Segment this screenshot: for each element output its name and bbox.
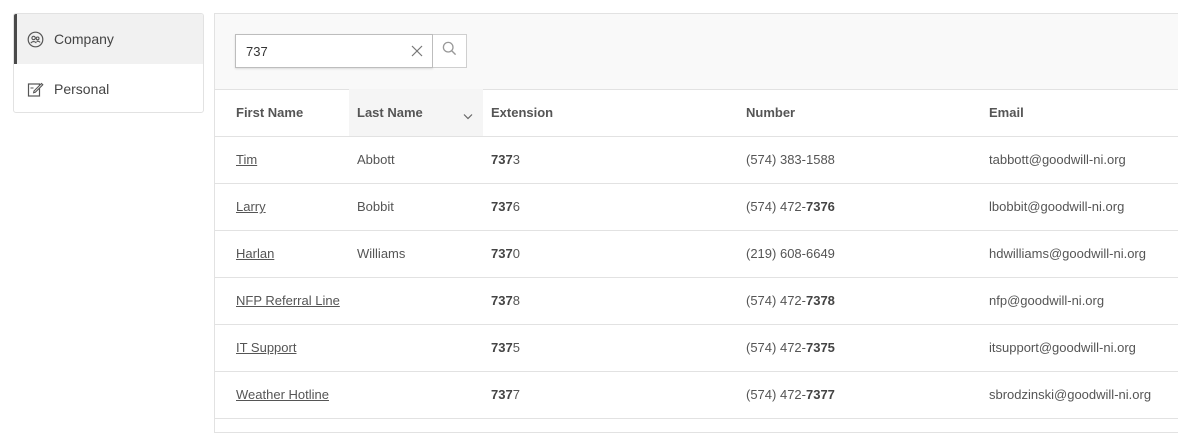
number-cell: (574) 472-7376	[725, 183, 968, 231]
column-header-label: Last Name	[357, 104, 423, 120]
number-text: (574) 472-	[746, 340, 806, 355]
extension-rest: 5	[512, 340, 520, 355]
extension-rest: 0	[512, 246, 520, 261]
search-match: 737	[491, 293, 513, 308]
search-icon	[442, 41, 457, 61]
number-cell: (574) 383-1588	[725, 136, 968, 184]
last-name-cell: Bobbit	[349, 183, 483, 231]
directory-panel: First Name Last Name Extension Number Em…	[214, 13, 1178, 433]
search-bar	[215, 14, 1178, 90]
sidebar-item-personal[interactable]: Personal	[14, 64, 203, 112]
extension-rest: 6	[512, 199, 520, 214]
extension-rest: 7	[512, 387, 520, 402]
extension-cell: 7375	[483, 324, 725, 372]
sidebar: Company Personal	[13, 13, 204, 113]
last-name-cell: Abbott	[349, 136, 483, 184]
contact-link[interactable]: Harlan	[236, 246, 274, 261]
number-cell: (574) 472-7375	[725, 324, 968, 372]
search-match: 7378	[805, 293, 835, 308]
last-name-cell	[349, 371, 483, 419]
extension-cell: 7377	[483, 371, 725, 419]
first-name-cell: Harlan	[215, 230, 349, 278]
number-cell: (574) 472-7378	[725, 277, 968, 325]
sidebar-item-label: Personal	[54, 81, 110, 97]
search-input[interactable]	[236, 35, 406, 67]
column-header-email[interactable]: Email	[968, 89, 1178, 137]
search-match: 737	[491, 152, 513, 167]
number-cell: (574) 472-7377	[725, 371, 968, 419]
search-match: 737	[491, 246, 513, 261]
first-name-cell: Weather Hotline	[215, 371, 349, 419]
company-users-icon	[27, 31, 44, 48]
extension-cell: 7376	[483, 183, 725, 231]
search-match: 737	[491, 340, 513, 355]
table-row: IT Support 7375 (574) 472-7375 itsupport…	[215, 324, 1178, 372]
last-name-cell	[349, 324, 483, 372]
email-cell: tabbott@goodwill-ni.org	[968, 136, 1178, 184]
last-name-cell	[349, 277, 483, 325]
search-button[interactable]	[433, 34, 467, 68]
email-cell: itsupport@goodwill-ni.org	[968, 324, 1178, 372]
first-name-cell: IT Support	[215, 324, 349, 372]
email-cell: lbobbit@goodwill-ni.org	[968, 183, 1178, 231]
email-cell: nfp@goodwill-ni.org	[968, 277, 1178, 325]
email-cell: hdwilliams@goodwill-ni.org	[968, 230, 1178, 278]
edit-contact-icon	[27, 81, 44, 98]
table-row: Larry Bobbit 7376 (574) 472-7376 lbobbit…	[215, 183, 1178, 231]
table-row: Harlan Williams 7370 (219) 608-6649 hdwi…	[215, 230, 1178, 278]
number-text: (574) 472-	[746, 199, 806, 214]
extension-cell: 7370	[483, 230, 725, 278]
contact-link[interactable]: Tim	[236, 152, 257, 167]
contact-link[interactable]: NFP Referral Line	[236, 293, 340, 308]
sidebar-item-company[interactable]: Company	[14, 14, 203, 64]
first-name-cell: NFP Referral Line	[215, 277, 349, 325]
first-name-cell: Larry	[215, 183, 349, 231]
number-text: (219) 608-6649	[746, 246, 835, 261]
table-header-row: First Name Last Name Extension Number Em…	[215, 89, 1178, 137]
contact-link[interactable]: Larry	[236, 199, 266, 214]
column-header-last-name[interactable]: Last Name	[349, 89, 483, 137]
column-header-first-name[interactable]: First Name	[215, 89, 349, 137]
last-name-cell: Williams	[349, 230, 483, 278]
table-row: NFP Referral Line 7378 (574) 472-7378 nf…	[215, 277, 1178, 325]
contact-link[interactable]: Weather Hotline	[236, 387, 329, 402]
search-match: 7375	[805, 340, 835, 355]
number-cell: (219) 608-6649	[725, 230, 968, 278]
search-match: 737	[491, 199, 513, 214]
extension-rest: 3	[512, 152, 520, 167]
extension-cell: 7378	[483, 277, 725, 325]
email-cell: sbrodzinski@goodwill-ni.org	[968, 371, 1178, 419]
column-header-number[interactable]: Number	[725, 89, 968, 137]
extension-cell: 7373	[483, 136, 725, 184]
chevron-down-icon	[463, 108, 473, 123]
contact-link[interactable]: IT Support	[236, 340, 296, 355]
number-text: (574) 472-	[746, 293, 806, 308]
search-match: 7377	[805, 387, 835, 402]
number-text: (574) 472-	[746, 387, 806, 402]
search-box	[235, 34, 433, 68]
first-name-cell: Tim	[215, 136, 349, 184]
search-match: 7376	[805, 199, 835, 214]
table-row: Tim Abbott 7373 (574) 383-1588 tabbott@g…	[215, 136, 1178, 184]
sidebar-item-label: Company	[54, 31, 114, 47]
number-text: (574) 383-1588	[746, 152, 835, 167]
clear-icon[interactable]	[410, 44, 424, 58]
column-header-extension[interactable]: Extension	[483, 89, 725, 137]
table-row: Weather Hotline 7377 (574) 472-7377 sbro…	[215, 371, 1178, 419]
extension-rest: 8	[512, 293, 520, 308]
search-match: 737	[491, 387, 513, 402]
contacts-table: First Name Last Name Extension Number Em…	[215, 89, 1178, 419]
